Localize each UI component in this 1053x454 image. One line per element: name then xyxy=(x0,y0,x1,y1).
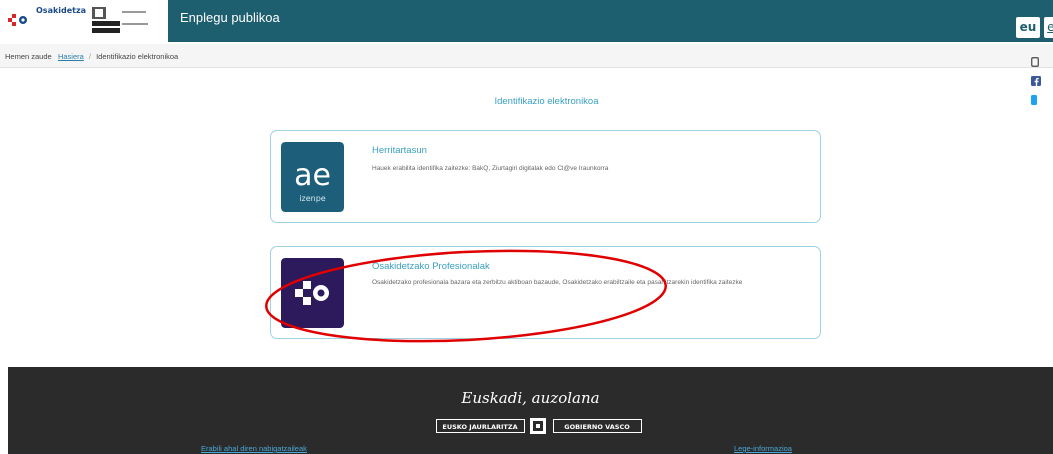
breadcrumb-separator: / xyxy=(88,52,91,61)
herritartasun-card[interactable]: ae izenpe Herritartasun Hauek erabilita … xyxy=(270,130,821,223)
app-title: Enplegu publikoa xyxy=(180,10,280,25)
gobierno-vasco-logo-icon: EUSKO JAURLARITZA GOBIERNO VASCO xyxy=(436,418,642,434)
card-description: Osakidetzako profesionala bazara eta zer… xyxy=(372,279,743,286)
izenpe-icon: ae izenpe xyxy=(281,142,344,212)
legal-information-link[interactable]: Lege-informazioa xyxy=(734,444,792,453)
share-icons xyxy=(1031,52,1053,105)
breadcrumb-prefix: Hemen zaude xyxy=(5,52,52,61)
language-eu-button[interactable]: eu xyxy=(1016,17,1040,38)
breadcrumb-home-link[interactable]: Hasiera xyxy=(58,52,84,61)
footer-slogan: Euskadi, auzolana xyxy=(461,389,600,407)
osakidetza-profesionalak-card[interactable]: Osakidetzako Profesionalak Osakidetzako … xyxy=(270,246,821,339)
izenpe-icon-mark: ae xyxy=(294,158,331,193)
card-description: Hauek erabilita identifika zaitezke: Bak… xyxy=(372,165,609,172)
card-title: Herritartasun xyxy=(372,145,427,156)
brand-name: Osakidetza xyxy=(36,6,87,15)
logo-area[interactable]: Osakidetza xyxy=(0,0,168,42)
card-title: Osakidetzako Profesionalak xyxy=(372,261,490,272)
facebook-icon[interactable] xyxy=(1031,71,1041,90)
basque-government-logo-icon xyxy=(92,7,148,33)
supported-browsers-link[interactable]: Erabili ahal diren nabigatzaileak xyxy=(201,444,307,453)
gov-right-label: GOBIERNO VASCO xyxy=(564,423,630,431)
breadcrumb-bar: Hemen zaude Hasiera / Identifikazio elek… xyxy=(0,44,1053,68)
top-header: Osakidetza Enplegu publikoa eu es xyxy=(0,0,1053,42)
section-title: Identifikazio elektronikoa xyxy=(494,96,599,107)
footer: Euskadi, auzolana EUSKO JAURLARITZA GOBI… xyxy=(8,367,1053,454)
breadcrumb: Hemen zaude Hasiera / Identifikazio elek… xyxy=(5,52,178,61)
osakidetza-logo-icon xyxy=(8,14,27,26)
mobile-icon[interactable] xyxy=(1031,52,1039,71)
language-es-link[interactable]: es xyxy=(1044,17,1053,38)
breadcrumb-current: Identifikazio elektronikoa xyxy=(96,52,179,61)
izenpe-icon-label: izenpe xyxy=(299,194,325,203)
osakidetza-icon xyxy=(281,258,344,328)
gov-left-label: EUSKO JAURLARITZA xyxy=(442,423,517,431)
